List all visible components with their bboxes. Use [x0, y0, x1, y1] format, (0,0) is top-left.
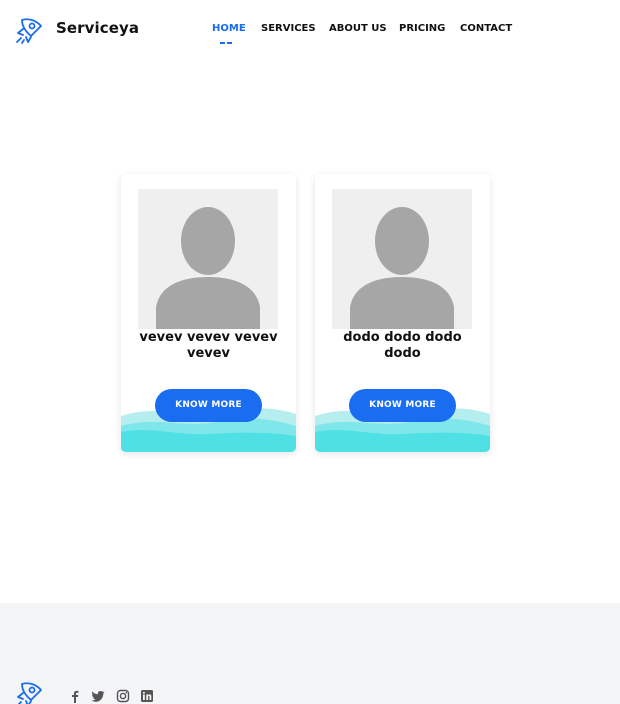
profile-placeholder-image	[332, 189, 472, 329]
rocket-logo-icon[interactable]	[14, 678, 46, 704]
linkedin-icon[interactable]	[140, 689, 154, 703]
rocket-logo-icon[interactable]	[14, 14, 46, 46]
facebook-icon[interactable]	[68, 689, 82, 703]
team-card: vevev vevev vevev vevev KNOW MORE	[121, 174, 296, 452]
know-more-button[interactable]: KNOW MORE	[155, 389, 262, 422]
nav-pricing[interactable]: PRICING	[399, 23, 445, 34]
profile-placeholder-image	[138, 189, 278, 329]
card-title: dodo dodo dodo dodo	[343, 330, 462, 361]
user-silhouette-icon	[350, 207, 454, 329]
twitter-icon[interactable]	[91, 689, 105, 703]
site-footer	[0, 603, 620, 704]
site-header: Serviceya HOME SERVICES ABOUT US PRICING…	[0, 0, 620, 60]
brand-name[interactable]: Serviceya	[56, 19, 139, 37]
know-more-button[interactable]: KNOW MORE	[349, 389, 456, 422]
nav-active-indicator	[220, 42, 233, 44]
nav-home[interactable]: HOME	[212, 23, 246, 34]
card-title: vevev vevev vevev vevev	[139, 330, 278, 361]
nav-contact[interactable]: CONTACT	[460, 23, 512, 34]
nav-services[interactable]: SERVICES	[261, 23, 316, 34]
user-silhouette-icon	[156, 207, 260, 329]
nav-about-us[interactable]: ABOUT US	[329, 23, 387, 34]
team-card: dodo dodo dodo dodo KNOW MORE	[315, 174, 490, 452]
instagram-icon[interactable]	[116, 689, 130, 703]
